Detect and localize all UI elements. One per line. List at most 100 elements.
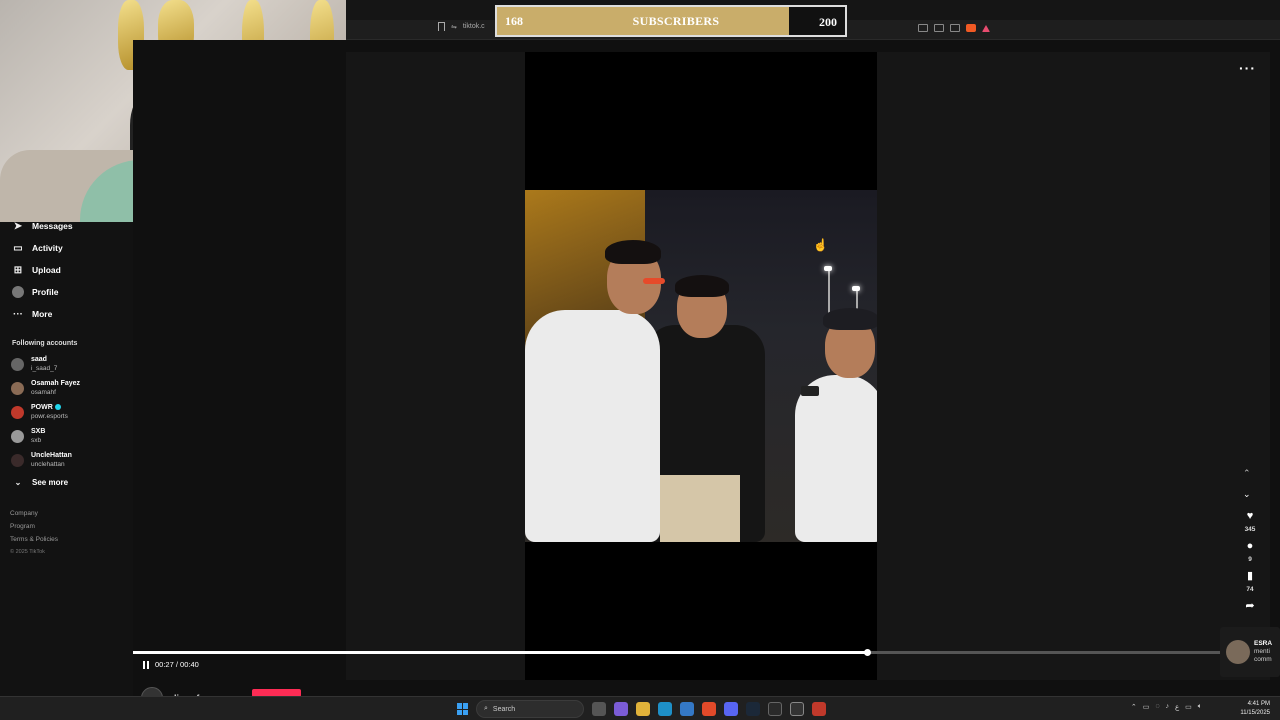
- xbox-icon[interactable]: [768, 702, 782, 716]
- avatar: [11, 430, 24, 443]
- avatar: [11, 406, 24, 419]
- like-count: 345: [1244, 526, 1256, 533]
- footer-program-link[interactable]: Program: [10, 523, 35, 530]
- hair: [605, 240, 661, 264]
- brave-rewards-icon[interactable]: [982, 25, 990, 32]
- video-player[interactable]: [525, 52, 877, 680]
- copilot-icon[interactable]: [614, 702, 628, 716]
- task-view-icon[interactable]: [592, 702, 606, 716]
- footer-terms-link[interactable]: Terms & Policies: [10, 536, 58, 543]
- notification-toast[interactable]: ESRA menti comm: [1220, 627, 1280, 677]
- red-sunglasses: [643, 278, 665, 284]
- account-handle: powr.esports: [31, 412, 68, 420]
- comment-icon[interactable]: ●: [1247, 540, 1254, 553]
- bookmark-icon[interactable]: ▮: [1247, 570, 1253, 583]
- ellipsis-icon: ···: [13, 308, 23, 320]
- sidebar-item-label: Activity: [32, 243, 63, 253]
- video-progress-handle[interactable]: [863, 649, 871, 656]
- obs-icon[interactable]: [790, 702, 804, 716]
- account-handle: unclehattan: [31, 460, 65, 468]
- bookmark-icon[interactable]: [438, 22, 445, 31]
- edge-icon[interactable]: [658, 702, 672, 716]
- taskbar-apps: [592, 702, 826, 716]
- share-icon[interactable]: [950, 24, 960, 32]
- video-backdrop-left: [346, 52, 525, 680]
- account-name: SXB: [31, 428, 46, 435]
- video-progress-fill: [133, 651, 867, 654]
- brave-shield-icon[interactable]: [966, 24, 976, 32]
- sidebar-item-messages[interactable]: ➤ Messages: [12, 220, 73, 232]
- heart-icon[interactable]: ♥: [1247, 510, 1254, 523]
- taskbar-search[interactable]: ⌕ Search: [476, 700, 584, 718]
- translate-icon[interactable]: [918, 24, 928, 32]
- sidebar-item-activity[interactable]: ▭ Activity: [12, 242, 63, 254]
- next-video-icon[interactable]: ⌄: [1243, 489, 1251, 500]
- cap: [823, 308, 877, 330]
- following-account-item[interactable]: Osamah Fayez osamahf: [11, 380, 80, 397]
- system-tray: ⌃ ▭ ◌ ♪ ع ▭ 🔈︎: [1131, 703, 1202, 711]
- brave-icon[interactable]: [702, 702, 716, 716]
- account-name: saad: [31, 356, 47, 363]
- video-backdrop-right: [877, 52, 1270, 680]
- chevron-down-icon: ⌄: [14, 477, 22, 487]
- following-account-item[interactable]: SXB sxb: [11, 428, 45, 445]
- account-name: POWR: [31, 404, 53, 411]
- sidebar-item-label: More: [32, 309, 53, 319]
- see-more-button[interactable]: ⌄ See more: [12, 476, 68, 488]
- volume-icon[interactable]: 🔈︎: [1198, 703, 1202, 711]
- following-account-item[interactable]: UncleHattan unclehattan: [11, 452, 72, 469]
- account-handle: sxb: [31, 436, 42, 444]
- cast-icon[interactable]: [934, 24, 944, 32]
- clock-time: 4:41 PM: [1247, 701, 1270, 707]
- account-name: UncleHattan: [31, 452, 72, 459]
- display-tray-icon[interactable]: ▭: [1185, 703, 1192, 711]
- inbox-icon: ▭: [13, 242, 23, 254]
- discord-icon[interactable]: [724, 702, 738, 716]
- following-account-item[interactable]: POWR powr.esports: [11, 404, 68, 421]
- stadium-light: [852, 286, 860, 291]
- save-count: 74: [1246, 586, 1254, 593]
- more-options-icon[interactable]: ···: [1239, 60, 1256, 76]
- sidebar-item-profile[interactable]: Profile: [12, 286, 58, 298]
- account-name: Osamah Fayez: [31, 380, 81, 387]
- tray-overflow-icon[interactable]: ⌃: [1131, 703, 1137, 711]
- tiktok-sidebar: ➤ Messages ▭ Activity ⊞ Upload Profile ·…: [0, 220, 133, 696]
- video-time: 00:27 / 00:40: [155, 660, 199, 669]
- pause-icon[interactable]: [143, 660, 149, 669]
- sidebar-item-label: Profile: [32, 287, 59, 297]
- steam-icon[interactable]: [746, 702, 760, 716]
- mic-tray-icon[interactable]: ◌: [1155, 703, 1159, 711]
- account-handle: osamahf: [31, 388, 56, 396]
- network-tray-icon[interactable]: ▭: [1143, 703, 1150, 711]
- video-progress-bar[interactable]: [133, 649, 1220, 656]
- share-icon[interactable]: ➦: [1245, 600, 1254, 613]
- taskbar-clock[interactable]: 4:41 PM 11/15/2025: [1240, 700, 1270, 718]
- avatar: [11, 358, 24, 371]
- browser-extension-icons: [918, 24, 990, 32]
- footer-company-link[interactable]: Company: [10, 510, 38, 517]
- mouse-cursor-icon: ☝: [813, 238, 828, 252]
- file-explorer-icon[interactable]: [636, 702, 650, 716]
- following-account-item[interactable]: saad i_saad_7: [11, 356, 57, 373]
- sidebar-item-more[interactable]: ··· More: [12, 308, 52, 320]
- notification-line: comm: [1254, 656, 1272, 663]
- address-bar[interactable]: ⇋ tiktok.c: [438, 22, 485, 31]
- recording-app-icon[interactable]: [812, 702, 826, 716]
- khaki-pants: [660, 475, 740, 542]
- previous-video-icon[interactable]: ⌃: [1243, 468, 1251, 479]
- paper-plane-icon: ➤: [13, 220, 23, 232]
- speaker-tray-icon[interactable]: ♪: [1165, 703, 1169, 711]
- url-text[interactable]: tiktok.c: [463, 23, 485, 30]
- store-icon[interactable]: [680, 702, 694, 716]
- video-feed: ☝ ··· ⌃ ⌄ ♥ 345 ● 9 ▮ 74 ➦ 00:27 / 00:40…: [133, 40, 1280, 709]
- verified-badge-icon: [54, 404, 61, 411]
- site-settings-icon[interactable]: ⇋: [451, 23, 457, 31]
- comment-count: 9: [1248, 556, 1252, 563]
- footer-copyright: © 2025 TikTok: [10, 549, 45, 555]
- person-white-thobe: [795, 375, 877, 542]
- sidebar-item-upload[interactable]: ⊞ Upload: [12, 264, 61, 276]
- subscriber-goal-bar: 168 SUBSCRIBERS 200: [495, 5, 847, 37]
- hair: [675, 275, 729, 297]
- input-language[interactable]: ع: [1175, 703, 1179, 711]
- windows-start-icon[interactable]: [457, 703, 469, 715]
